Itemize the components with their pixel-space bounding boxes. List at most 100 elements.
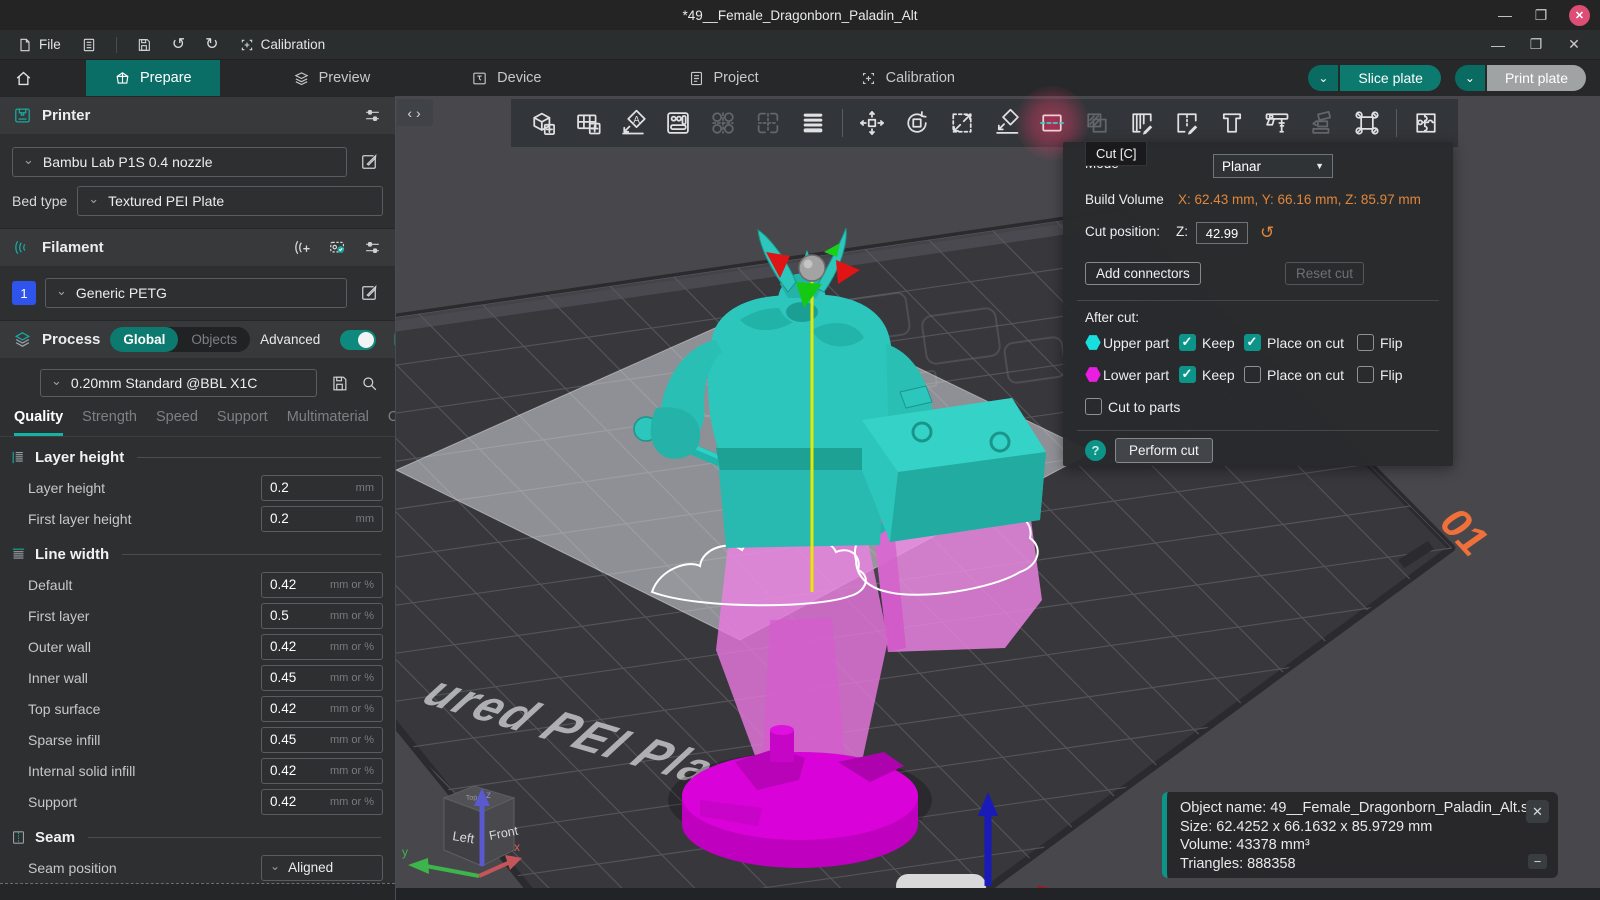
tab-preview[interactable]: Preview: [265, 60, 399, 96]
auto-orient-icon[interactable]: A: [617, 107, 649, 139]
print-dropdown-chevron-icon[interactable]: ⌄: [1455, 65, 1485, 91]
dropdown-triangle-icon: ▼: [1315, 161, 1324, 171]
process-preset-select[interactable]: ⌄ 0.20mm Standard @BBL X1C: [40, 369, 317, 397]
object-info-panel: Object name: 49__Female_Dragonborn_Palad…: [1162, 792, 1558, 878]
tab-others[interactable]: O...: [388, 409, 396, 436]
setting-value: 0.5: [270, 608, 330, 623]
calibration-tab-icon: [860, 70, 877, 87]
line-width-top-surface-input[interactable]: 0.42 mm or %: [261, 696, 383, 722]
tab-calibration[interactable]: Calibration: [832, 60, 983, 96]
cut-position-input[interactable]: 42.99: [1196, 222, 1248, 244]
file-menu[interactable]: File: [10, 30, 68, 59]
scale-icon[interactable]: [946, 107, 978, 139]
filament-settings-icon[interactable]: [363, 238, 382, 257]
upper-keep-checkbox[interactable]: [1179, 334, 1196, 351]
line-width-first-layer-input[interactable]: 0.5 mm or %: [261, 603, 383, 629]
app-close-button[interactable]: ✕: [1566, 36, 1582, 53]
cut-icon[interactable]: [1036, 107, 1068, 139]
line-width-sparse-infill-input[interactable]: 0.45 mm or %: [261, 727, 383, 753]
home-button[interactable]: [0, 60, 46, 96]
add-connectors-button[interactable]: Add connectors: [1085, 262, 1201, 285]
undo-button[interactable]: ↺: [165, 30, 192, 59]
cube-top-label[interactable]: Top: [466, 794, 478, 802]
perform-cut-button[interactable]: Perform cut: [1115, 438, 1213, 463]
app-minimize-button[interactable]: —: [1490, 37, 1506, 53]
bed-type-select[interactable]: ⌄ Textured PEI Plate: [77, 186, 383, 216]
plugin-icon[interactable]: [1410, 107, 1442, 139]
tab-support[interactable]: Support: [217, 409, 268, 436]
upper-place-on-cut-checkbox[interactable]: [1244, 334, 1261, 351]
support-painting-icon[interactable]: [1126, 107, 1158, 139]
tab-multimaterial[interactable]: Multimaterial: [287, 409, 369, 436]
info-minimize-button[interactable]: −: [1528, 854, 1547, 869]
text-shape-icon[interactable]: [1216, 107, 1248, 139]
layer-height-input[interactable]: 0.2 mm: [261, 475, 383, 501]
seam-position-select[interactable]: ⌄ Aligned: [261, 855, 383, 881]
arrange-icon[interactable]: [662, 107, 694, 139]
help-icon[interactable]: ?: [1085, 440, 1106, 461]
upper-place-label: Place on cut: [1267, 335, 1357, 351]
calibration-menu[interactable]: Calibration: [232, 30, 333, 59]
tab-project[interactable]: Project: [660, 60, 787, 96]
lower-keep-checkbox[interactable]: [1179, 366, 1196, 383]
scope-objects-segment[interactable]: Objects: [178, 327, 250, 352]
cut-mode-select[interactable]: Planar ▼: [1213, 154, 1333, 178]
line-width-outer-wall-input[interactable]: 0.42 mm or %: [261, 634, 383, 660]
svg-text:A: A: [633, 115, 640, 126]
move-icon[interactable]: [856, 107, 888, 139]
add-object-icon[interactable]: [527, 107, 559, 139]
rotate-icon[interactable]: [901, 107, 933, 139]
line-width-internal-solid-input[interactable]: 0.42 mm or %: [261, 758, 383, 784]
print-plate-button[interactable]: ⌄ Print plate: [1455, 65, 1586, 91]
reset-position-icon[interactable]: ↺: [1260, 223, 1274, 243]
advanced-toggle[interactable]: [340, 330, 376, 350]
printer-section-header: Printer: [0, 96, 395, 134]
process-scope-toggle[interactable]: Global Objects: [110, 327, 250, 352]
tab-prepare[interactable]: Prepare: [86, 60, 220, 96]
line-width-support-input[interactable]: 0.42 mm or %: [261, 789, 383, 815]
scope-global-segment[interactable]: Global: [110, 327, 178, 352]
os-minimize-button[interactable]: —: [1497, 7, 1513, 23]
add-plate-icon[interactable]: [572, 107, 604, 139]
seam-painting-icon[interactable]: [1171, 107, 1203, 139]
app-maximize-button[interactable]: ❐: [1528, 36, 1544, 53]
printer-settings-icon[interactable]: [363, 106, 382, 125]
y-axis-label: y: [402, 845, 408, 859]
slice-dropdown-chevron-icon[interactable]: ⌄: [1308, 65, 1338, 91]
ams-icon[interactable]: [328, 238, 347, 257]
tab-speed[interactable]: Speed: [156, 409, 198, 436]
tab-strength[interactable]: Strength: [82, 409, 137, 436]
edit-printer-button[interactable]: [355, 148, 383, 176]
process-section-header: Process Global Objects Advanced AB: [0, 320, 395, 358]
collapse-sidebar-button[interactable]: ‹ ›: [397, 99, 433, 126]
redo-button[interactable]: ↻: [198, 30, 225, 59]
first-layer-height-input[interactable]: 0.2 mm: [261, 506, 383, 532]
measure-icon[interactable]: [1261, 107, 1293, 139]
upper-flip-checkbox[interactable]: [1357, 334, 1374, 351]
line-width-inner-wall-input[interactable]: 0.45 mm or %: [261, 665, 383, 691]
filament-slot-badge[interactable]: 1: [12, 281, 36, 305]
lower-flip-checkbox[interactable]: [1357, 366, 1374, 383]
save-preset-button[interactable]: [325, 369, 353, 397]
reset-cut-button[interactable]: Reset cut: [1285, 262, 1364, 285]
os-maximize-button[interactable]: ❐: [1533, 7, 1549, 24]
sidebar-resize-handle[interactable]: [0, 883, 395, 900]
cut-to-parts-checkbox[interactable]: [1085, 398, 1102, 415]
slice-plate-button[interactable]: ⌄ Slice plate: [1308, 65, 1441, 91]
edit-filament-button[interactable]: [355, 279, 383, 307]
assembly-icon[interactable]: [1351, 107, 1383, 139]
setting-row: Layer height 0.2 mm: [0, 472, 395, 503]
search-preset-button[interactable]: [355, 369, 383, 397]
save-button[interactable]: [129, 30, 159, 59]
variable-layer-height-icon[interactable]: [797, 107, 829, 139]
info-close-button[interactable]: ✕: [1526, 800, 1549, 823]
add-filament-icon[interactable]: [293, 238, 312, 257]
filament-preset-select[interactable]: ⌄ Generic PETG: [45, 278, 347, 308]
os-close-button[interactable]: ✕: [1569, 5, 1590, 26]
tab-quality[interactable]: Quality: [14, 409, 63, 436]
lower-place-on-cut-checkbox[interactable]: [1244, 366, 1261, 383]
printer-preset-select[interactable]: ⌄ Bambu Lab P1S 0.4 nozzle: [12, 147, 347, 177]
line-width-default-input[interactable]: 0.42 mm or %: [261, 572, 383, 598]
notes-button[interactable]: [74, 30, 104, 59]
tab-device[interactable]: Device: [443, 60, 569, 96]
